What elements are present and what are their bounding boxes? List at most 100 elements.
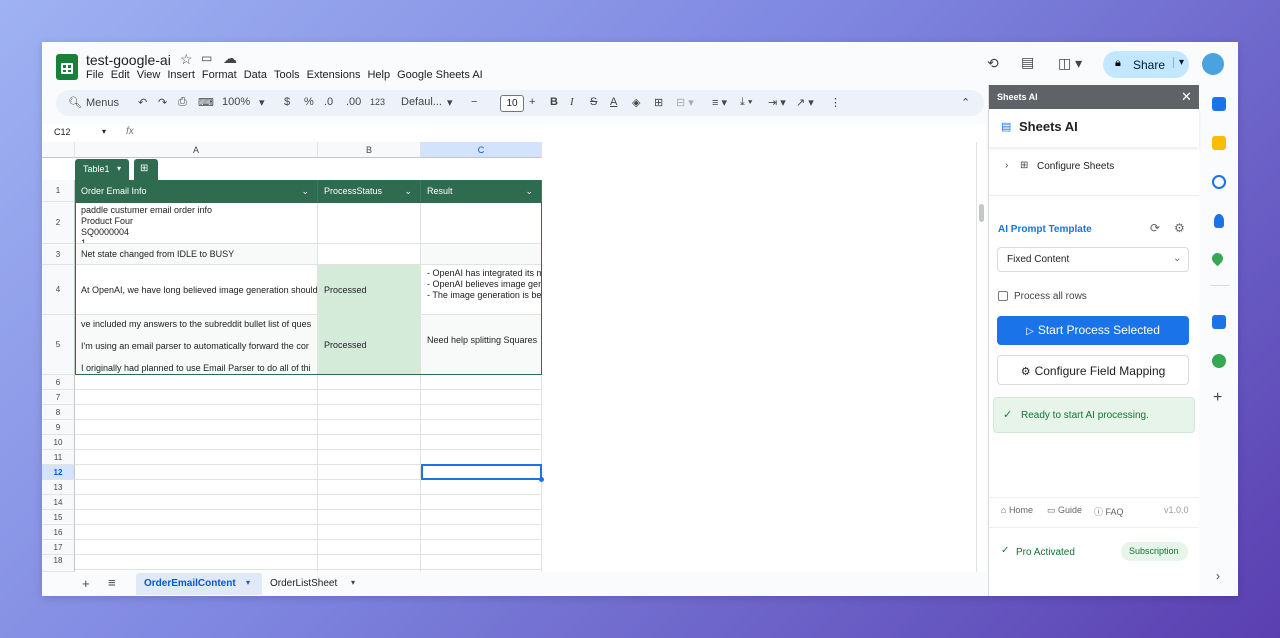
- font-size-input[interactable]: 10: [500, 95, 524, 112]
- footer-guide-link[interactable]: ▭ Guide: [1047, 505, 1082, 516]
- row-header[interactable]: 3: [42, 244, 75, 265]
- contacts-icon[interactable]: [1214, 214, 1224, 228]
- vertical-align-icon[interactable]: ⤓ ▾: [740, 96, 753, 109]
- sheets-ai-addon-icon[interactable]: [1212, 315, 1226, 329]
- menu-format[interactable]: Format: [202, 69, 237, 81]
- row-header[interactable]: 9: [42, 420, 75, 435]
- all-sheets-button[interactable]: ≡: [108, 575, 116, 590]
- font-size-increase-button[interactable]: +: [529, 96, 535, 108]
- tasks-icon[interactable]: [1212, 175, 1226, 189]
- paint-format-icon[interactable]: ⌨: [198, 96, 214, 109]
- table-name-chip[interactable]: Table1 ▾: [75, 159, 129, 180]
- menu-data[interactable]: Data: [244, 69, 267, 81]
- avatar[interactable]: [1202, 53, 1224, 75]
- row-header[interactable]: 6: [42, 375, 75, 390]
- decrease-decimal-button[interactable]: .0: [324, 96, 333, 108]
- row-header[interactable]: 7: [42, 390, 75, 405]
- table-cell[interactable]: paddle custumer email order info Product…: [75, 202, 318, 244]
- close-icon[interactable]: ✕: [1181, 89, 1192, 105]
- collapse-toolbar-icon[interactable]: ⌃: [961, 96, 970, 109]
- footer-faq-link[interactable]: ⓘ FAQ: [1094, 505, 1124, 518]
- version-history-icon[interactable]: ⟲: [987, 55, 999, 72]
- header-result[interactable]: Result ⌄: [421, 180, 542, 202]
- column-header-c[interactable]: C: [421, 142, 542, 158]
- menu-edit[interactable]: Edit: [111, 69, 130, 81]
- share-button[interactable]: 🔒︎ Share ▾: [1103, 51, 1189, 78]
- star-icon[interactable]: ☆: [180, 51, 193, 68]
- redo-icon[interactable]: ↷: [158, 96, 167, 109]
- chevron-down-icon[interactable]: ⌄: [404, 180, 412, 202]
- configure-field-mapping-button[interactable]: ⚙ Configure Field Mapping: [997, 355, 1189, 385]
- column-header-b[interactable]: B: [318, 142, 421, 158]
- keep-icon[interactable]: [1212, 136, 1226, 150]
- bold-button[interactable]: B: [550, 96, 558, 108]
- row-header[interactable]: 13: [42, 480, 75, 495]
- configure-sheets-toggle[interactable]: › ⊞ Configure Sheets: [999, 158, 1189, 176]
- addon-icon[interactable]: [1212, 354, 1226, 368]
- font-size-decrease-button[interactable]: −: [471, 96, 477, 108]
- process-all-rows-checkbox[interactable]: [998, 291, 1008, 301]
- font-dropdown-icon[interactable]: ▾: [447, 96, 453, 109]
- increase-decimal-button[interactable]: .00: [346, 96, 361, 108]
- tab-order-email-content[interactable]: OrderEmailContent ▾: [136, 573, 262, 595]
- italic-button[interactable]: I: [570, 96, 574, 108]
- align-left-icon[interactable]: ≡ ▾: [712, 96, 727, 109]
- name-box-dropdown-icon[interactable]: ▾: [102, 127, 106, 136]
- comments-icon[interactable]: ▤: [1021, 54, 1034, 71]
- row-header[interactable]: 15: [42, 510, 75, 525]
- menu-file[interactable]: File: [86, 69, 104, 81]
- move-folder-icon[interactable]: ▭: [201, 51, 212, 65]
- refresh-icon[interactable]: ⟳: [1150, 221, 1160, 235]
- add-addon-icon[interactable]: +: [1213, 389, 1222, 407]
- row-header[interactable]: 8: [42, 405, 75, 420]
- row-header[interactable]: 2: [42, 202, 75, 244]
- name-box[interactable]: C12: [54, 127, 71, 137]
- more-formats-button[interactable]: 123: [370, 97, 385, 107]
- menu-google-sheets-ai[interactable]: Google Sheets AI: [397, 69, 483, 81]
- merge-cells-icon[interactable]: ⊟ ▾: [676, 96, 694, 109]
- status-cell[interactable]: Processed: [318, 265, 421, 315]
- table-cell[interactable]: [421, 244, 542, 265]
- row-header[interactable]: 11: [42, 450, 75, 465]
- tab-order-list-sheet[interactable]: OrderListSheet ▾: [264, 573, 364, 595]
- menus-search[interactable]: 🔍︎ Menus: [60, 93, 132, 113]
- table-cell[interactable]: [318, 244, 421, 265]
- cloud-status-icon[interactable]: ☁: [223, 50, 237, 67]
- calendar-icon[interactable]: [1212, 97, 1226, 111]
- text-wrap-icon[interactable]: ⇥ ▾: [768, 96, 786, 109]
- table-dropdown-icon[interactable]: ▾: [117, 164, 121, 173]
- table-cell[interactable]: - OpenAI has integrated its m - OpenAI b…: [421, 265, 542, 315]
- chevron-down-icon[interactable]: ⌄: [301, 180, 309, 202]
- menu-insert[interactable]: Insert: [167, 69, 195, 81]
- zoom-dropdown-icon[interactable]: ▾: [259, 96, 265, 109]
- strikethrough-button[interactable]: S: [590, 96, 597, 108]
- menu-help[interactable]: Help: [367, 69, 390, 81]
- document-title[interactable]: test-google-ai: [86, 52, 171, 68]
- table-cell[interactable]: At OpenAI, we have long believed image g…: [75, 265, 318, 315]
- maps-icon[interactable]: [1209, 250, 1226, 267]
- row-header[interactable]: 17: [42, 540, 75, 555]
- chevron-right-icon[interactable]: ›: [1216, 569, 1220, 583]
- more-icon[interactable]: ⋮: [830, 96, 841, 109]
- start-process-button[interactable]: ▷ Start Process Selected: [997, 316, 1189, 345]
- menu-extensions[interactable]: Extensions: [307, 69, 361, 81]
- scrollbar-thumb[interactable]: [979, 204, 984, 222]
- subscription-button[interactable]: Subscription: [1121, 542, 1188, 561]
- text-rotate-icon[interactable]: ↗ ▾: [796, 96, 814, 109]
- sheets-logo-icon[interactable]: [56, 54, 78, 80]
- meet-icon[interactable]: ◫ ▾: [1058, 55, 1082, 72]
- currency-format-button[interactable]: $: [284, 96, 290, 108]
- status-cell[interactable]: Processed: [318, 315, 421, 375]
- chevron-down-icon[interactable]: ▾: [351, 578, 355, 587]
- selected-cell-c12[interactable]: [421, 464, 542, 480]
- font-select[interactable]: Defaul...: [401, 96, 442, 108]
- print-icon[interactable]: ⎙: [178, 96, 187, 109]
- fill-color-icon[interactable]: ◈: [632, 96, 640, 109]
- table-cell[interactable]: Need help splitting Squares: [421, 315, 542, 375]
- spreadsheet-grid[interactable]: A B C Table1 ▾ ⊞ 1 2 3 4 5 6 7 8 9 10 11…: [42, 142, 986, 572]
- menu-tools[interactable]: Tools: [274, 69, 300, 81]
- row-header[interactable]: 4: [42, 265, 75, 315]
- row-header[interactable]: 10: [42, 435, 75, 450]
- row-header[interactable]: 5: [42, 315, 75, 375]
- row-header[interactable]: 16: [42, 525, 75, 540]
